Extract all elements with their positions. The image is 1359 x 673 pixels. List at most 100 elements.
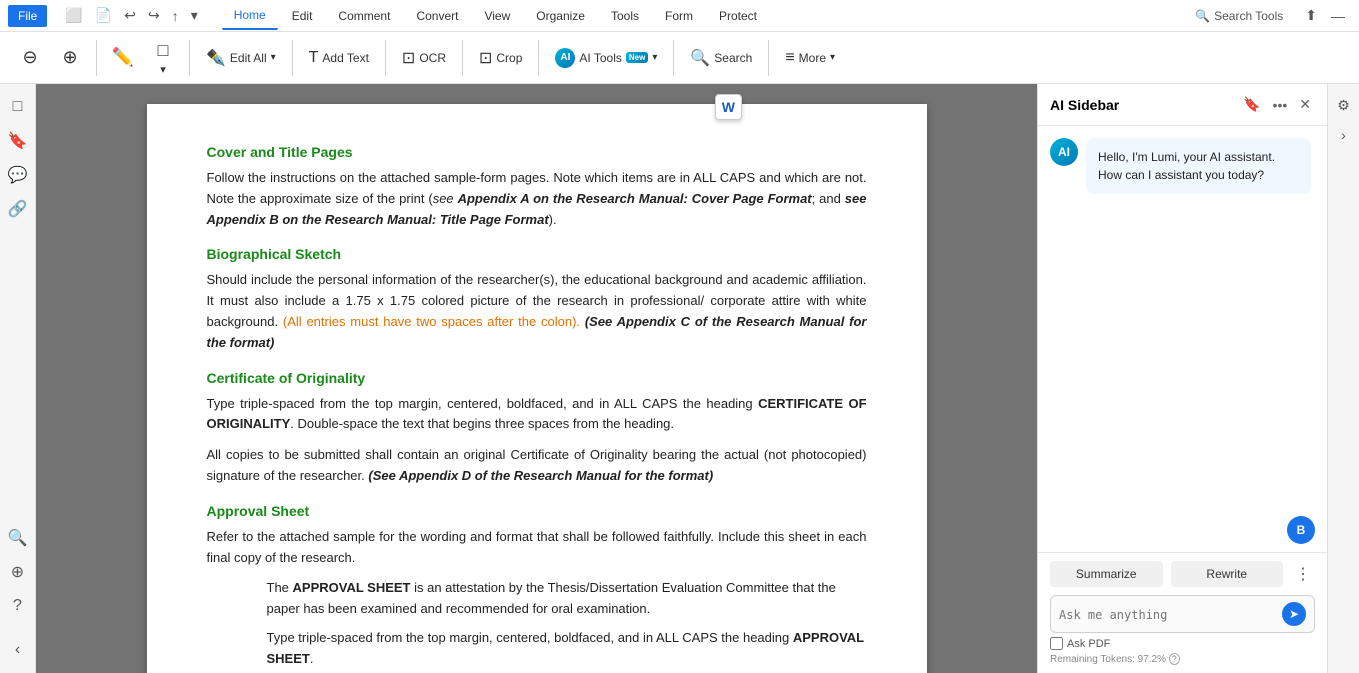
tab-protect[interactable]: Protect (707, 2, 769, 30)
action-more-btn[interactable]: ⋮ (1291, 562, 1315, 586)
separator-3 (292, 40, 293, 76)
undo-icon-btn[interactable]: ↩ (120, 5, 140, 26)
tab-form[interactable]: Form (653, 2, 705, 30)
word-icon-btn[interactable]: W (715, 94, 742, 120)
upload-btn[interactable]: ⬆ (1299, 5, 1323, 26)
toolbar: ⊖ ⊕ ✏️ □ ▾ ✒️ Edit All ▾ T Add Text ⊡ OC… (0, 32, 1359, 84)
ai-sidebar-title: AI Sidebar (1050, 97, 1231, 113)
redo-icon-btn[interactable]: ↪ (144, 5, 164, 26)
crop-label: Crop (496, 51, 522, 65)
ai-sidebar: AI Sidebar 🔖 ••• ✕ AI Hello, I'm Lumi, y… (1037, 84, 1327, 673)
ocr-label: OCR (419, 51, 446, 65)
more-button[interactable]: ≡ More ▾ (777, 40, 843, 76)
orange-text: All entries must have two spaces after t… (287, 314, 572, 329)
ai-more-btn[interactable]: ••• (1269, 95, 1292, 115)
ai-tools-dropdown: ▾ (652, 52, 657, 63)
dropdown-icon-btn[interactable]: ▾ (187, 5, 202, 26)
bookmark-btn[interactable]: 🔖 (3, 126, 33, 156)
search-button[interactable]: 🔍 Search (682, 40, 760, 76)
summarize-button[interactable]: Summarize (1050, 561, 1163, 587)
indented-block-2: Type triple-spaced from the top margin, … (267, 628, 867, 670)
add-text-icon: T (309, 49, 319, 67)
edit-all-button[interactable]: ✒️ Edit All ▾ (198, 40, 284, 76)
search-panel-btn[interactable]: 🔍 (3, 523, 33, 553)
chat-action-row: B (1038, 516, 1327, 552)
layers-btn[interactable]: ⊕ (3, 557, 33, 587)
edit-all-label: Edit All (230, 51, 267, 65)
user-avatar-btn[interactable]: B (1287, 516, 1315, 544)
highlight-button[interactable]: ✏️ (105, 35, 141, 81)
doc-area-wrapper: Cover and Title Pages Follow the instruc… (36, 84, 1037, 673)
comment-panel-btn[interactable]: 💬 (3, 160, 33, 190)
search-tools-button[interactable]: 🔍 Search Tools (1187, 7, 1291, 25)
zoom-in-icon: ⊕ (62, 47, 77, 68)
new-badge: New (626, 52, 648, 63)
ai-send-button[interactable]: ➤ (1282, 602, 1306, 626)
ai-input-row: ➤ (1050, 595, 1315, 633)
question-icon[interactable]: ? (1169, 653, 1180, 665)
link-btn[interactable]: 🔗 (3, 194, 33, 224)
file-button[interactable]: File (8, 5, 47, 27)
ocr-button[interactable]: ⊡ OCR (394, 40, 454, 76)
tab-home[interactable]: Home (222, 2, 278, 30)
title-bar-right: 🔍 Search Tools ⬆ — (1187, 5, 1351, 26)
new-icon-btn[interactable]: ⬜ (61, 5, 86, 26)
nav-left-arrow[interactable]: ‹ (3, 635, 33, 665)
tab-tools[interactable]: Tools (599, 2, 651, 30)
zoom-out-button[interactable]: ⊖ (12, 35, 48, 81)
ai-tools-label: AI Tools (579, 51, 621, 65)
shapes-icon: □ (158, 40, 169, 61)
page-thumbnail-btn[interactable]: □ (3, 92, 33, 122)
share-icon-btn[interactable]: ↑ (168, 6, 183, 26)
tab-comment[interactable]: Comment (326, 2, 402, 30)
tab-convert[interactable]: Convert (404, 2, 470, 30)
more-dropdown: ▾ (830, 52, 835, 63)
open-icon-btn[interactable]: 📄 (91, 5, 116, 26)
more-icon: ≡ (785, 49, 794, 67)
ai-tools-button[interactable]: AI AI Tools New ▾ (547, 40, 665, 76)
tab-edit[interactable]: Edit (280, 2, 325, 30)
paragraph-cover: Follow the instructions on the attached … (207, 168, 867, 230)
main-area: □ 🔖 💬 🔗 🔍 ⊕ ? ‹ Cover and Title Pages Fo… (0, 84, 1359, 673)
edit-all-dropdown: ▾ (271, 52, 276, 63)
ask-pdf-checkbox[interactable] (1050, 637, 1063, 650)
tab-organize[interactable]: Organize (524, 2, 597, 30)
zoom-out-icon: ⊖ (22, 47, 37, 68)
indented-block-1: The APPROVAL SHEET is an attestation by … (267, 578, 867, 620)
crop-button[interactable]: ⊡ Crop (471, 40, 530, 76)
ai-chat-area: AI Hello, I'm Lumi, your AI assistant. H… (1038, 126, 1327, 516)
paragraph-approval: Refer to the attached sample for the wor… (207, 527, 867, 569)
shapes-button[interactable]: □ ▾ (145, 35, 181, 81)
crop-icon: ⊡ (479, 48, 492, 68)
document-area: Cover and Title Pages Follow the instruc… (36, 84, 1037, 673)
ai-sidebar-header: AI Sidebar 🔖 ••• ✕ (1038, 84, 1327, 126)
ai-chat-input[interactable] (1059, 608, 1276, 626)
remaining-tokens: Remaining Tokens: 97.2% ? (1050, 654, 1315, 665)
ai-close-btn[interactable]: ✕ (1295, 94, 1315, 115)
nav-tabs: Home Edit Comment Convert View Organize … (222, 2, 1187, 30)
ai-tools-icon: AI (555, 48, 575, 68)
section-title-cert: Certificate of Originality (207, 370, 867, 386)
tab-view[interactable]: View (472, 2, 522, 30)
paragraph-cert-2: All copies to be submitted shall contain… (207, 445, 867, 487)
ai-action-buttons: Summarize Rewrite ⋮ (1050, 561, 1315, 587)
lumi-avatar: AI (1050, 138, 1078, 166)
ai-bookmark-btn[interactable]: 🔖 (1239, 94, 1264, 115)
add-text-label: Add Text (322, 51, 368, 65)
ai-message-bubble: Hello, I'm Lumi, your AI assistant. How … (1086, 138, 1311, 194)
help-btn[interactable]: ? (3, 591, 33, 621)
send-icon: ➤ (1289, 607, 1299, 621)
search-tools-icon: 🔍 (1195, 9, 1210, 23)
add-text-button[interactable]: T Add Text (301, 40, 377, 76)
right-edge-panel: ⚙ › (1327, 84, 1359, 673)
minimize-btn[interactable]: — (1325, 6, 1351, 26)
highlight-icon: ✏️ (112, 47, 134, 68)
separator-4 (385, 40, 386, 76)
right-nav-btn[interactable]: › (1331, 122, 1357, 148)
right-settings-btn[interactable]: ⚙ (1331, 92, 1357, 118)
zoom-in-button[interactable]: ⊕ (52, 35, 88, 81)
section-title-approval: Approval Sheet (207, 503, 867, 519)
rewrite-button[interactable]: Rewrite (1171, 561, 1284, 587)
search-label: Search (714, 51, 752, 65)
section-title-cover: Cover and Title Pages (207, 144, 867, 160)
